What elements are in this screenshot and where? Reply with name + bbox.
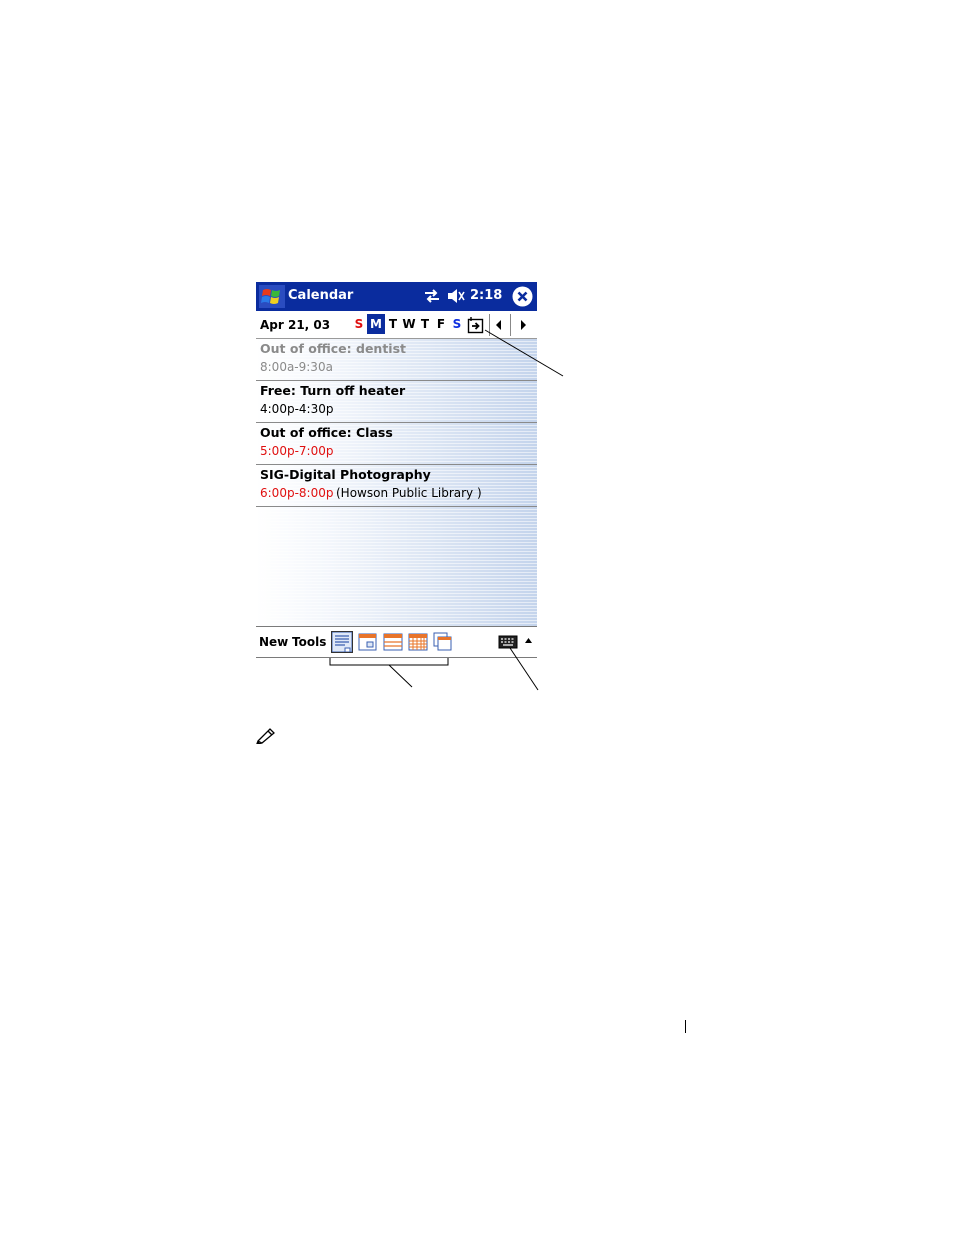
appointment-row[interactable]: SIG-Digital Photography 6:00p-8:00p (Howso… [256,465,537,507]
appointment-row[interactable]: Out of office: Class 5:00p-7:00p [256,423,537,465]
week-day-1[interactable]: M [367,314,385,334]
week-day-2[interactable]: T [385,314,401,334]
day-view-icon[interactable] [357,631,379,653]
appointment-title: Out of office: dentist [260,341,406,356]
close-icon[interactable] [512,286,533,307]
week-day-selector: SMTWTFS [351,314,465,334]
tools-menu[interactable]: Tools [292,635,326,649]
nav-separator [489,314,490,336]
windows-flag-icon[interactable] [259,285,285,308]
next-day-icon[interactable] [516,318,530,332]
agenda-list: Out of office: dentist 8:00a-9:30a Free: T… [256,339,537,626]
appointment-time: 8:00a-9:30a [260,360,333,374]
appointment-title: Free: Turn off heater [260,383,406,398]
previous-day-icon[interactable] [492,318,506,332]
appointment-time: 5:00p-7:00p [260,444,334,458]
week-day-5[interactable]: F [433,314,449,334]
keyboard-icon[interactable] [498,633,518,651]
appointment-time: 6:00p-8:00p [260,486,334,500]
page-marker [685,1020,686,1033]
input-selector-arrow-icon[interactable] [524,636,533,645]
app-title: Calendar [288,288,354,303]
new-menu[interactable]: New [259,635,288,649]
agenda-view-icon[interactable] [331,631,353,653]
appointment-title: SIG-Digital Photography [260,467,431,482]
week-day-6[interactable]: S [449,314,465,334]
clock[interactable]: 2:18 [470,288,502,303]
year-view-icon[interactable] [431,631,453,653]
week-day-4[interactable]: T [417,314,433,334]
appointment-time: 4:00p-4:30p [260,402,334,416]
current-date[interactable]: Apr 21, 03 [260,318,330,332]
title-bar: Calendar 2:18 [256,282,537,311]
nav-separator [510,314,511,336]
pocketpc-screen: Calendar 2:18 Apr 21, 03 SMTWTFS Out of … [256,282,537,658]
week-day-0[interactable]: S [351,314,367,334]
speaker-icon[interactable] [446,288,466,304]
month-view-icon[interactable] [407,631,429,653]
connectivity-icon[interactable] [423,288,441,304]
appointment-title: Out of office: Class [260,425,393,440]
note-pencil-icon [256,728,275,744]
date-bar: Apr 21, 03 SMTWTFS [256,311,537,339]
week-view-icon[interactable] [382,631,404,653]
go-to-today-icon[interactable] [467,316,485,334]
appointment-row[interactable]: Free: Turn off heater 4:00p-4:30p [256,381,537,423]
appointment-location: (Howson Public Library ) [336,486,482,500]
week-day-3[interactable]: W [401,314,417,334]
appointment-row[interactable]: Out of office: dentist 8:00a-9:30a [256,339,537,381]
command-bar: New Tools [256,626,537,658]
